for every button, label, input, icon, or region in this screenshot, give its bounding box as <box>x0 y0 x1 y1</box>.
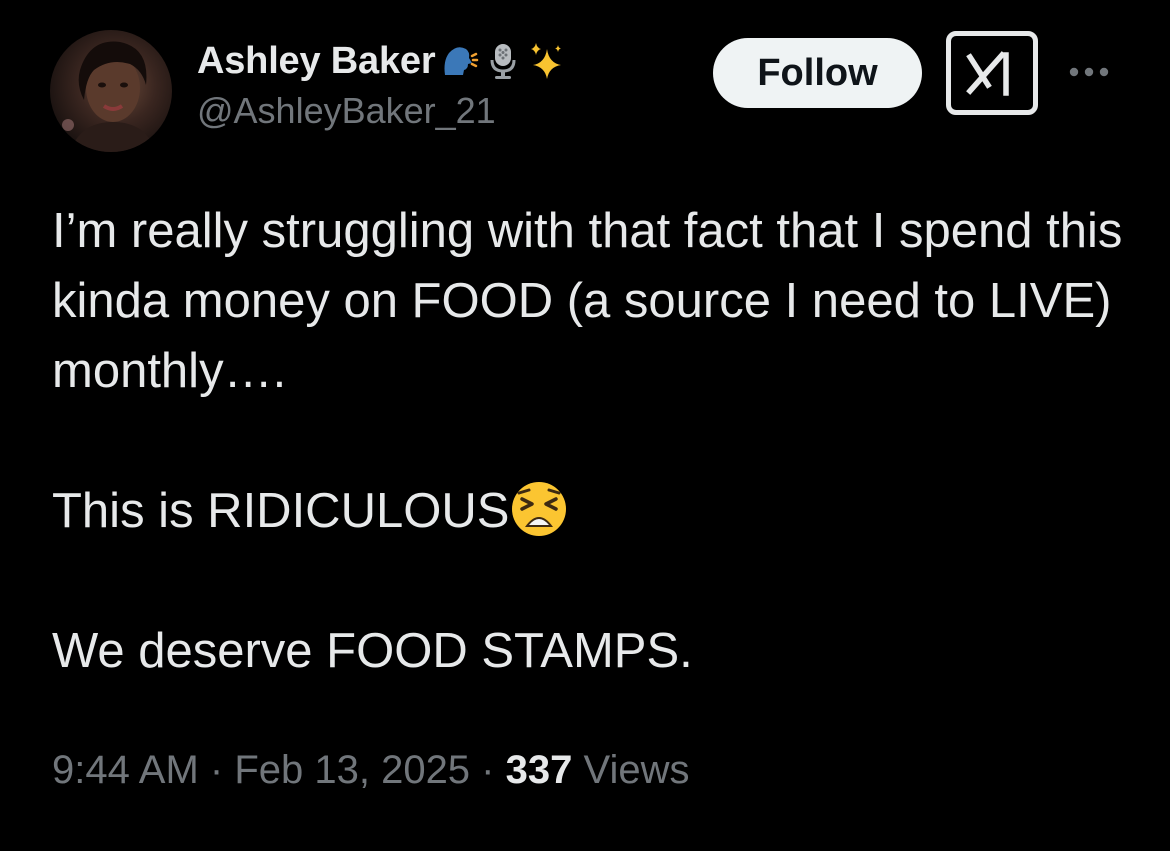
tweet-paragraph-1: I’m really struggling with that fact tha… <box>52 204 1123 398</box>
tweet-text: I’m really struggling with that fact tha… <box>52 196 1142 686</box>
display-name[interactable]: Ashley Baker <box>197 40 436 83</box>
user-names: Ashley Baker @AshleyBaker_21 <box>197 36 567 132</box>
views-count: 337 <box>505 748 573 792</box>
speaking-head-emoji <box>439 41 479 81</box>
tweet-paragraph-2: This is RIDICULOUS <box>52 476 1142 546</box>
display-name-row: Ashley Baker <box>197 36 567 86</box>
tweet-time[interactable]: 9:44 AM <box>52 748 199 792</box>
grok-button[interactable] <box>946 31 1038 115</box>
follow-button[interactable]: Follow <box>713 38 922 108</box>
tweet-date[interactable]: Feb 13, 2025 <box>234 748 470 792</box>
avatar[interactable] <box>50 30 172 152</box>
tweet-paragraph-2-text: This is RIDICULOUS <box>52 484 510 538</box>
microphone-emoji <box>483 41 523 81</box>
tired-face-emoji <box>509 479 569 539</box>
tweet: Ashley Baker @AshleyBaker_21 Follow I’m … <box>0 0 1170 851</box>
views-label: Views <box>583 748 690 792</box>
tweet-meta: 9:44 AM · Feb 13, 2025 · 337 Views <box>52 748 689 793</box>
sparkles-emoji <box>527 41 567 81</box>
grok-icon <box>966 51 1009 96</box>
more-options-icon <box>1069 67 1109 77</box>
more-options-button[interactable] <box>1064 52 1114 92</box>
meta-separator: · <box>470 748 506 792</box>
tweet-paragraph-3: We deserve FOOD STAMPS. <box>52 624 693 678</box>
user-handle[interactable]: @AshleyBaker_21 <box>197 90 567 132</box>
meta-separator: · <box>198 748 235 792</box>
